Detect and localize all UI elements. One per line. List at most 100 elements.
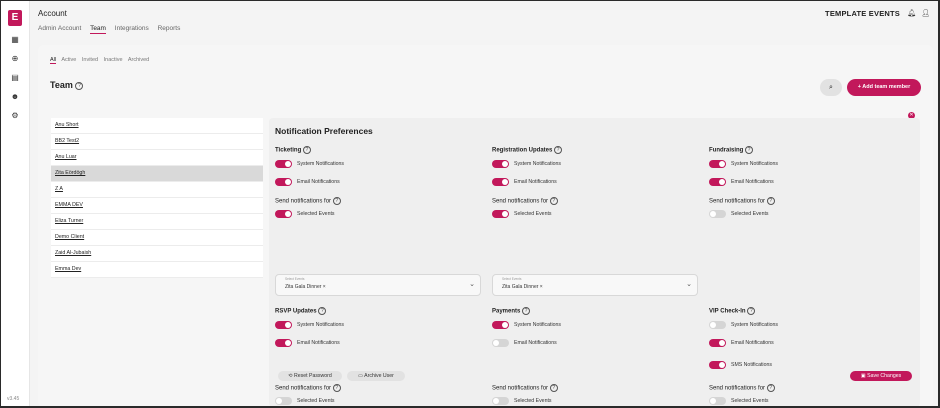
section-title: Registration Updates ? xyxy=(492,146,692,154)
fundraising-section: Fundraising ? System Notifications Email… xyxy=(709,146,909,218)
rsvp-title: RSVP Updates xyxy=(275,308,317,315)
system-notifications-toggle[interactable] xyxy=(709,160,726,168)
email-notifications-toggle[interactable] xyxy=(709,339,726,347)
ticketing-title: Ticketing xyxy=(275,147,302,154)
list-item[interactable]: Demo Client xyxy=(51,230,263,246)
selected-events-row: Selected Events xyxy=(709,397,909,405)
email-notifications-toggle[interactable] xyxy=(709,178,726,186)
sms-notifications-toggle[interactable] xyxy=(709,361,726,369)
list-item-selected[interactable]: Zita Eördögh xyxy=(51,166,263,182)
reset-password-button[interactable]: ⟲ Reset Password xyxy=(278,371,342,381)
system-notifications-toggle[interactable] xyxy=(275,160,292,168)
help-icon[interactable]: ? xyxy=(745,146,754,154)
calendar-icon[interactable]: ▦ xyxy=(10,35,20,45)
system-notifications-toggle[interactable] xyxy=(492,321,509,329)
email-notifications-toggle[interactable] xyxy=(275,339,292,347)
vip-checkin-section: VIP Check-In ? System Notifications Emai… xyxy=(709,307,909,369)
filter-inactive[interactable]: Inactive xyxy=(104,57,123,63)
help-icon[interactable]: ? xyxy=(522,307,531,315)
chip-remove-icon[interactable]: × xyxy=(540,284,543,290)
list-item[interactable]: Z A xyxy=(51,182,263,198)
help-icon[interactable]: ? xyxy=(747,307,756,315)
account-tabs: Admin Account Team Integrations Reports xyxy=(38,25,187,34)
help-icon[interactable]: ? xyxy=(332,384,341,392)
tab-admin-account[interactable]: Admin Account xyxy=(38,25,81,32)
toggle-label: Selected Events xyxy=(731,398,769,404)
system-notifications-toggle[interactable] xyxy=(709,321,726,329)
user-icon[interactable]: 👤︎ xyxy=(921,9,930,17)
ticketing-section: Ticketing ? System Notifications Email N… xyxy=(275,146,475,218)
list-item[interactable]: Zaid Al-Jubaish xyxy=(51,246,263,262)
chevron-down-icon[interactable]: ⌄ xyxy=(469,280,475,288)
email-notifications-row: Email Notifications xyxy=(492,178,692,186)
settings-icon[interactable]: ⚙ xyxy=(10,111,20,121)
search-button[interactable]: ⌕ xyxy=(820,79,842,96)
add-team-member-label: Add team member xyxy=(862,84,911,90)
help-icon[interactable]: ? xyxy=(766,384,775,392)
archive-user-button[interactable]: ▭ Archive User xyxy=(347,371,405,381)
selected-events-toggle[interactable] xyxy=(275,397,292,405)
team-card: All Active Invited Inactive Archived Tea… xyxy=(38,45,933,406)
list-item[interactable]: Anu Short xyxy=(51,118,263,134)
ticketing-event-select[interactable]: Select Events Zita Gala Dinner × ⌄ xyxy=(275,274,481,296)
selected-events-row: Selected Events xyxy=(492,210,692,218)
event-chip[interactable]: Zita Gala Dinner × xyxy=(502,284,543,290)
selected-events-toggle[interactable] xyxy=(275,210,292,218)
filter-active[interactable]: Active xyxy=(61,57,76,63)
top-header: Account Admin Account Team Integrations … xyxy=(29,1,938,45)
selected-events-toggle[interactable] xyxy=(709,210,726,218)
tab-reports[interactable]: Reports xyxy=(158,25,181,32)
save-changes-button[interactable]: ▣ Save Changes xyxy=(850,371,912,381)
help-icon[interactable]: ? xyxy=(766,197,775,205)
list-item[interactable]: Eliza Turner xyxy=(51,214,263,230)
help-icon[interactable]: ? xyxy=(318,307,327,315)
tab-team[interactable]: Team xyxy=(90,25,106,34)
toggle-label: Selected Events xyxy=(297,211,335,217)
email-notifications-toggle[interactable] xyxy=(275,178,292,186)
selected-events-row: Selected Events xyxy=(492,397,692,405)
event-chip[interactable]: Zita Gala Dinner × xyxy=(285,284,326,290)
add-team-member-button[interactable]: + Add team member xyxy=(847,79,921,96)
email-notifications-toggle[interactable] xyxy=(492,178,509,186)
notification-preferences-panel: Notification Preferences Ticketing ? Sys… xyxy=(269,118,920,406)
help-icon[interactable]: ? xyxy=(549,384,558,392)
app-window: E ▦ ⊕ ▤ ☻ ⚙ v3.45 Account Admin Account … xyxy=(1,1,938,406)
list-item[interactable]: Emma Dev xyxy=(51,262,263,278)
document-icon[interactable]: ▤ xyxy=(10,73,20,83)
list-item[interactable]: EMMA DEV xyxy=(51,198,263,214)
help-icon[interactable]: ? xyxy=(549,197,558,205)
selected-events-toggle[interactable] xyxy=(492,397,509,405)
member-list: Anu Short BB2 Test2 Anu Luar Zita Eördög… xyxy=(51,118,263,278)
globe-icon[interactable]: ⊕ xyxy=(10,54,20,64)
vip-title: VIP Check-In xyxy=(709,308,746,315)
tab-integrations[interactable]: Integrations xyxy=(115,25,149,32)
people-icon[interactable]: ☻ xyxy=(10,92,20,102)
filter-all[interactable]: All xyxy=(50,57,57,64)
brand-logo[interactable]: E xyxy=(8,10,22,26)
registration-event-select[interactable]: Select Events Zita Gala Dinner × ⌄ xyxy=(492,274,698,296)
selected-events-toggle[interactable] xyxy=(492,210,509,218)
toggle-label: Email Notifications xyxy=(731,179,774,185)
team-title-text: Team xyxy=(50,80,73,90)
filter-invited[interactable]: Invited xyxy=(82,57,98,63)
send-for-heading: Send notifications for ? xyxy=(709,384,909,392)
email-notifications-row: Email Notifications xyxy=(275,178,475,186)
payments-send-for: Send notifications for ? Selected Events xyxy=(492,384,692,405)
list-item[interactable]: Anu Luar xyxy=(51,150,263,166)
system-notifications-row: System Notifications xyxy=(492,160,692,168)
send-for-label: Send notifications for xyxy=(709,198,766,205)
bell-icon[interactable]: 🔔︎ xyxy=(907,9,916,17)
help-icon[interactable]: ? xyxy=(75,81,84,90)
help-icon[interactable]: ? xyxy=(554,146,563,154)
help-icon[interactable]: ? xyxy=(302,146,311,154)
filter-archived[interactable]: Archived xyxy=(128,57,149,63)
rsvp-section: RSVP Updates ? System Notifications Emai… xyxy=(275,307,475,347)
system-notifications-toggle[interactable] xyxy=(275,321,292,329)
system-notifications-toggle[interactable] xyxy=(492,160,509,168)
chip-remove-icon[interactable]: × xyxy=(323,284,326,290)
help-icon[interactable]: ? xyxy=(332,197,341,205)
list-item[interactable]: BB2 Test2 xyxy=(51,134,263,150)
selected-events-toggle[interactable] xyxy=(709,397,726,405)
chevron-down-icon[interactable]: ⌄ xyxy=(686,280,692,288)
email-notifications-toggle[interactable] xyxy=(492,339,509,347)
